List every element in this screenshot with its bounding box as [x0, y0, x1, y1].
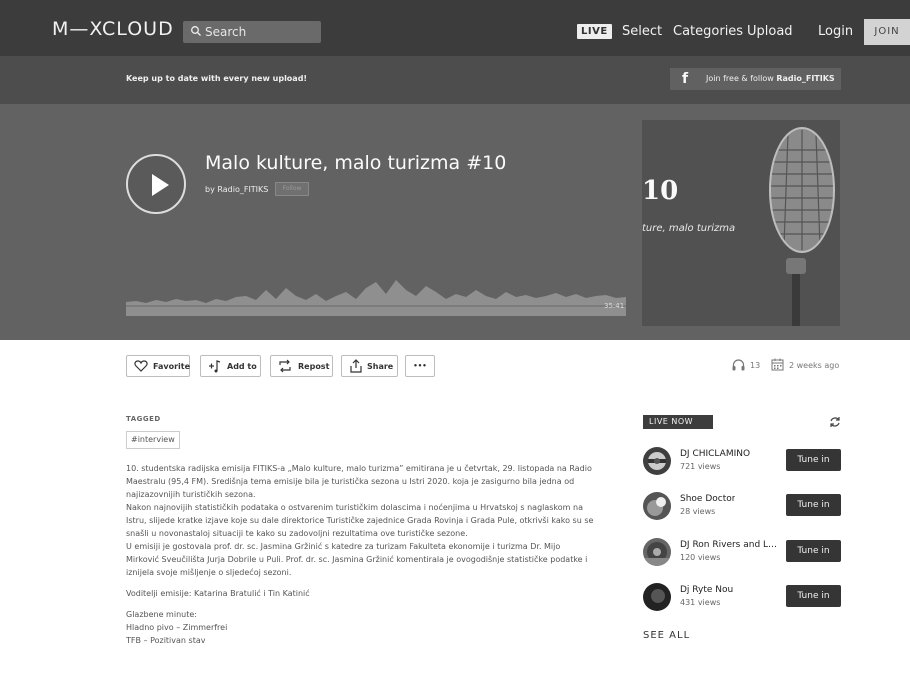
share-button[interactable]: Share [341, 355, 398, 377]
favorite-button[interactable]: Favorite [126, 355, 190, 377]
desc-line: Mirković Sveučilišta Jurja Dobrile u Pul… [126, 555, 588, 564]
show-title: Malo kulture, malo turizma #10 [205, 152, 507, 174]
tune-in-button[interactable]: Tune in [786, 449, 841, 471]
live-dj-name[interactable]: Shoe Doctor [680, 494, 735, 504]
add-to-button[interactable]: Add to [200, 355, 261, 377]
see-all-link[interactable]: SEE ALL [643, 630, 690, 641]
facebook-icon: f [682, 71, 689, 87]
repost-icon [279, 359, 291, 373]
nav-upload[interactable]: Upload [747, 24, 793, 39]
avatar [643, 492, 671, 520]
cover-caption: ture, malo turizma [642, 223, 736, 234]
live-views: 28 views [680, 507, 716, 516]
desc-line: TFB – Pozitivan stav [126, 636, 206, 645]
desc-line: Voditelji emisije: Katarina Bratulić i T… [126, 589, 310, 598]
live-link[interactable]: LIVE [577, 24, 612, 39]
nav-login[interactable]: Login [818, 24, 853, 39]
live-views: 721 views [680, 462, 721, 471]
listen-count: 13 [750, 361, 761, 370]
tag-chip[interactable]: #interview [126, 431, 180, 449]
heart-icon [134, 360, 148, 372]
search-input[interactable] [205, 21, 317, 43]
facebook-follow-button[interactable]: f Join free & follow Radio_FITIKS [670, 68, 841, 90]
live-list-item[interactable]: DJ CHICLAMINO 721 views Tune in [643, 445, 843, 477]
desc-line: Nakon najnovijih statističkih podataka o… [126, 503, 583, 512]
share-label: Share [367, 362, 394, 371]
avatar [643, 447, 671, 475]
desc-line: Maestralu (95,4 FM). Središnja tema emis… [126, 477, 575, 486]
tune-in-button[interactable]: Tune in [786, 585, 841, 607]
show-hero: Malo kulture, malo turizma #10 by Radio_… [0, 104, 910, 340]
more-options-button[interactable]: ••• [405, 355, 435, 377]
share-icon [350, 359, 362, 373]
play-icon [152, 174, 169, 196]
mixcloud-logo[interactable]: M—XCLOUD [52, 18, 174, 40]
desc-line: 10. studentska radijska emisija FITIKS-a… [126, 464, 592, 473]
tagged-heading: TAGGED [126, 415, 161, 423]
upload-age: 2 weeks ago [789, 361, 840, 370]
avatar [643, 583, 671, 611]
cover-number: 10 [642, 176, 679, 206]
avatar [643, 538, 671, 566]
desc-line: snašli u novonastaloj situaciji te kako … [126, 529, 468, 538]
repost-button[interactable]: Repost [270, 355, 333, 377]
microphone-image [769, 127, 835, 326]
calendar-icon [771, 358, 784, 371]
play-button[interactable] [126, 154, 186, 214]
follow-banner: Keep up to date with every new upload! f… [0, 56, 910, 104]
show-author[interactable]: by Radio_FITIKS [205, 185, 268, 194]
join-button[interactable]: JOIN [864, 19, 910, 45]
live-list-item[interactable]: DJ Ron Rivers and La... 120 views Tune i… [643, 536, 843, 568]
refresh-icon[interactable] [829, 416, 841, 428]
live-dj-name[interactable]: DJ CHICLAMINO [680, 449, 750, 459]
follow-button[interactable]: Follow [275, 182, 309, 196]
nav-categories[interactable]: Categories [673, 24, 743, 39]
live-now-heading: LIVE NOW [643, 415, 713, 429]
track-duration: 35:41 [604, 302, 625, 310]
waveform[interactable] [126, 266, 626, 316]
search-icon [191, 26, 201, 36]
favorite-label: Favorite [153, 362, 191, 371]
follow-banner-text: Keep up to date with every new upload! [126, 74, 308, 83]
add-to-playlist-icon [209, 360, 221, 373]
desc-line: U emisiji je gostovala prof. dr. sc. Jas… [126, 542, 561, 551]
top-navbar: M—XCLOUD LIVE Select Categories Upload L… [0, 0, 910, 56]
desc-line: Hladno pivo – Zimmerfrei [126, 623, 228, 632]
live-list-item[interactable]: Dj Ryte Nou 431 views Tune in [643, 581, 843, 613]
nav-select[interactable]: Select [622, 24, 662, 39]
live-list-item[interactable]: Shoe Doctor 28 views Tune in [643, 490, 843, 522]
show-description: 10. studentska radijska emisija FITIKS-a… [126, 462, 626, 647]
desc-line: najizazovnijih turističkih sezona. [126, 490, 256, 499]
tune-in-button[interactable]: Tune in [786, 494, 841, 516]
desc-line: Glazbene minute: [126, 610, 197, 619]
repost-label: Repost [298, 362, 330, 371]
add-to-label: Add to [227, 362, 257, 371]
desc-line: Istru, slijede kratke izjave koje su dal… [126, 516, 594, 525]
live-dj-name[interactable]: Dj Ryte Nou [680, 585, 733, 595]
live-dj-name[interactable]: DJ Ron Rivers and La... [680, 540, 778, 550]
facebook-follow-user: Radio_FITIKS [776, 74, 835, 83]
headphones-icon [732, 359, 745, 371]
desc-line: iznijela svoje mišljenje o sljedećoj sez… [126, 568, 292, 577]
live-views: 120 views [680, 553, 721, 562]
cover-art: 10 ture, malo turizma [642, 120, 840, 326]
search-box[interactable] [183, 21, 321, 43]
tune-in-button[interactable]: Tune in [786, 540, 841, 562]
live-views: 431 views [680, 598, 721, 607]
facebook-follow-label: Join free & follow [706, 74, 777, 83]
